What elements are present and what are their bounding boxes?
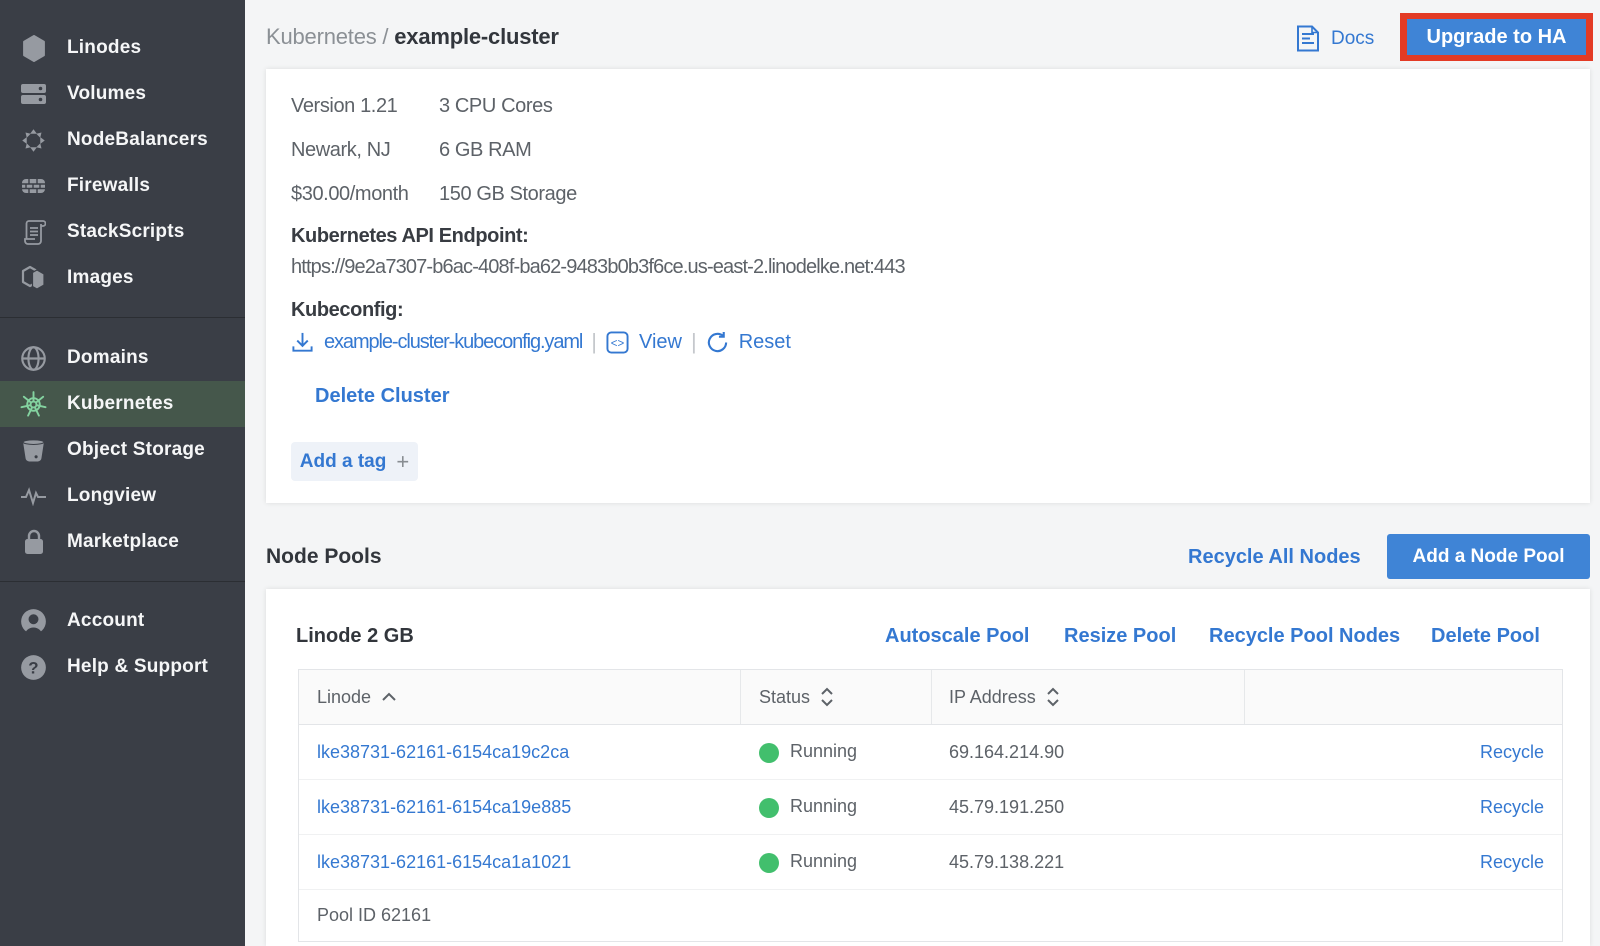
svg-text:<>: <> [611,337,625,349]
svg-text:?: ? [28,658,39,677]
